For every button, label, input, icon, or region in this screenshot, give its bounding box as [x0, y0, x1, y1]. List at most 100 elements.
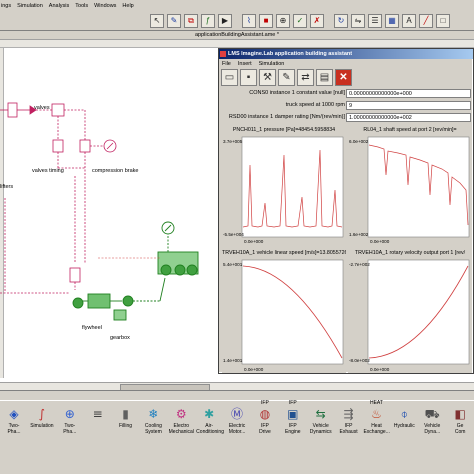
palette-item-label: Vehicle Dynamics: [309, 423, 332, 435]
two-phase-icon: ◈: [9, 407, 19, 421]
assistant-menu-insert[interactable]: Insert: [238, 60, 252, 68]
palette-item[interactable]: Ⓜ Electric Motor...: [224, 404, 250, 460]
x-tick-left: 0.0e+000: [370, 367, 390, 372]
exchange-icon[interactable]: ⇄: [297, 69, 314, 86]
palette-item[interactable]: ◧ Ge Com: [447, 404, 473, 460]
constant-value-field[interactable]: [346, 89, 471, 98]
simulation-icon: ∫: [38, 407, 45, 421]
y-tick-top: 3.7e+005: [223, 139, 243, 144]
line-icon[interactable]: ╱: [419, 14, 433, 28]
palette-item[interactable]: ◍ IFP Drive: [252, 404, 278, 460]
submodel-icon[interactable]: ⧉: [184, 14, 198, 28]
menu-help[interactable]: Help: [122, 2, 133, 11]
general-component-icon: ◧: [454, 407, 466, 421]
sketch-icon[interactable]: ✎: [167, 14, 181, 28]
arrow-icon[interactable]: ↖: [150, 14, 164, 28]
app-logo-icon: [220, 51, 226, 57]
pressure-plot[interactable]: PNCH011_1 pressure [Pa]=48454.5958834 3.…: [222, 126, 346, 244]
palette-item[interactable]: ✱ Air- Conditioning: [196, 404, 224, 460]
palette-item[interactable]: ⌽ Hydraulic: [391, 404, 417, 460]
y-tick-top: 5.4e+001: [223, 262, 243, 267]
plot-title: TRVEH10A_1 rotary velocity output port 1…: [354, 250, 466, 256]
assistant-menu-file[interactable]: File: [222, 60, 231, 68]
menu-simulation[interactable]: Simulation: [17, 2, 43, 11]
run-icon[interactable]: ▶: [218, 14, 232, 28]
vehicle-speed-plot[interactable]: TRVEH10A_1 vehicle linear speed [m/s]=13…: [222, 249, 346, 373]
library-palette: ◈ Two- Pha... ∫ Simulation ⊕ Two- Pha... ≡ ▮ Fil…: [0, 400, 474, 474]
two-phase-icon: ⊕: [64, 407, 75, 421]
text-icon[interactable]: A: [402, 14, 416, 28]
palette-item-label: Cooling System: [144, 423, 162, 435]
palette-item[interactable]: ⛟ Vehicle Dyna...: [419, 404, 445, 460]
shaft-speed-plot[interactable]: RL04_1 shaft speed at port 2 [rev/min]= …: [348, 126, 472, 244]
truck-speed-field[interactable]: [346, 101, 471, 110]
pipe-icon: ≡: [92, 407, 103, 421]
palette-item[interactable]: ❄ Cooling System: [140, 404, 166, 460]
ifp-drive-icon: ◍: [259, 407, 271, 421]
menu-row: ings Simulation Analysis Tools Windows H…: [0, 2, 134, 11]
grid-icon[interactable]: ▦: [385, 14, 399, 28]
flywheel-hub: [72, 297, 84, 309]
run-simulation-icon[interactable]: ⚒: [259, 69, 276, 86]
palette-item[interactable]: ▮ Filling: [113, 404, 139, 460]
compression-brake-block: [79, 139, 91, 153]
palette-item[interactable]: ◈ Two- Pha...: [1, 404, 27, 460]
status-bar: [0, 390, 474, 400]
box-icon[interactable]: □: [436, 14, 450, 28]
damper-rating-field[interactable]: [346, 113, 471, 122]
rotary-velocity-plot[interactable]: TRVEH10A_1 rotary velocity output port 1…: [348, 249, 472, 373]
edit-icon[interactable]: ✎: [278, 69, 295, 86]
palette-item-label: Two- Pha...: [63, 423, 77, 435]
palette-item-label: Filling: [118, 423, 133, 429]
palette-item[interactable]: ⊕ Two- Pha...: [57, 404, 83, 460]
assistant-window: LMS Imagine.Lab application building ass…: [218, 48, 474, 374]
check-icon[interactable]: ✓: [293, 14, 307, 28]
palette-item[interactable]: ⚙ Electro Mechanical: [168, 404, 194, 460]
palette-item[interactable]: ⇆ Vehicle Dynamics: [308, 404, 334, 460]
palette-item-label: IFP Exhaust: [339, 423, 358, 435]
plot-icon[interactable]: ⌇: [242, 14, 256, 28]
y-tick-bottom: 1.4e+001: [223, 358, 243, 363]
menu-windows[interactable]: Windows: [94, 2, 116, 11]
y-tick-top: -2.7e+002: [349, 262, 370, 267]
menu-settings[interactable]: ings: [1, 2, 11, 11]
palette-sublabel: HEAT: [369, 400, 383, 406]
rotate-icon[interactable]: ↻: [334, 14, 348, 28]
vehicle-dyna-icon: ⛟: [424, 407, 440, 421]
valve-actuator: [7, 102, 18, 118]
stop-icon[interactable]: ■: [259, 14, 273, 28]
close-icon[interactable]: ✕: [335, 69, 352, 86]
param-label: RSD00 instance 1 damper rating [Nm/(rev/…: [228, 114, 345, 120]
main-menubar: ings Simulation Analysis Tools Windows H…: [0, 0, 474, 30]
assistant-menu-simulation[interactable]: Simulation: [259, 60, 285, 68]
palette-item-label: Vehicle Dyna...: [424, 423, 441, 435]
y-tick-bottom: -8.0e+002: [349, 358, 370, 363]
parameter-icon[interactable]: ƒ: [201, 14, 215, 28]
menu-tools[interactable]: Tools: [75, 2, 88, 11]
menu-analysis[interactable]: Analysis: [49, 2, 69, 11]
palette-item[interactable]: ▣ IFP Engine: [280, 404, 306, 460]
palette-item[interactable]: ∫ Simulation: [29, 404, 55, 460]
palette-item[interactable]: ♨ Heat Exchange...: [363, 404, 389, 460]
y-tick-top: 6.0e+002: [349, 139, 369, 144]
palette-item[interactable]: ⇶ IFP Exhaust: [336, 404, 362, 460]
open-folder-icon[interactable]: ▭: [221, 69, 238, 86]
palette-item[interactable]: ≡: [85, 404, 111, 460]
zoom-icon[interactable]: ⊕: [276, 14, 290, 28]
canvas-tabs: [0, 40, 474, 48]
electric-motor-icon: Ⓜ: [231, 407, 244, 421]
save-icon[interactable]: ▪: [240, 69, 257, 86]
palette-sublabel: IFP: [261, 400, 269, 406]
flywheel-block: [87, 293, 111, 309]
mirror-icon[interactable]: ⇋: [351, 14, 365, 28]
gearbox-input: [122, 295, 134, 307]
palette-item-label: Hydraulic: [393, 423, 415, 429]
align-icon[interactable]: ☰: [368, 14, 382, 28]
filling-icon: ▮: [122, 407, 129, 421]
assistant-title: LMS Imagine.Lab application building ass…: [219, 49, 473, 59]
import-icon[interactable]: ▤: [316, 69, 333, 86]
x-tick-left: 0.0e+000: [244, 239, 264, 244]
param-row: truck speed at 1000 rpm: [219, 101, 473, 111]
cross-icon[interactable]: ✗: [310, 14, 324, 28]
palette-item-label: Ge Com: [454, 423, 466, 435]
